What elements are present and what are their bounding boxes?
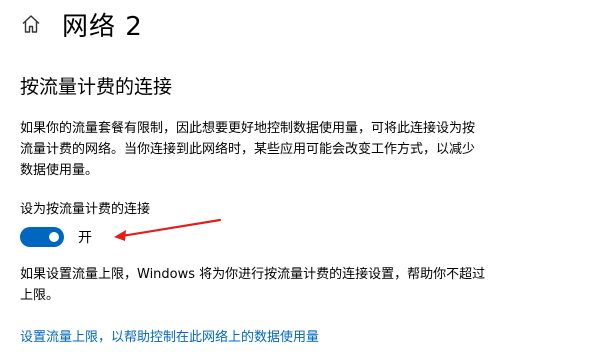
annotation-arrow-icon — [114, 218, 222, 241]
data-limit-note: 如果设置流量上限，Windows 将为你进行按流量计费的连接设置，帮助你不超过上… — [20, 267, 486, 303]
page-header: 网络 2 — [20, 4, 143, 44]
metered-toggle-row: 开 — [20, 227, 92, 247]
page-title: 网络 2 — [62, 11, 143, 42]
toggle-state-text: 开 — [78, 230, 92, 246]
metered-connection-toggle[interactable] — [20, 227, 64, 247]
settings-page: 网络 2 按流量计费的连接 如果你的流量套餐有限制，因此想要更好地控制数据使用量… — [0, 0, 600, 358]
toggle-knob — [49, 232, 59, 242]
metered-section-title: 按流量计费的连接 — [20, 76, 173, 98]
set-data-limit-link[interactable]: 设置流量上限，以帮助控制在此网络上的数据使用量 — [20, 326, 319, 345]
metered-description: 如果你的流量套餐有限制，因此想要更好地控制数据使用量，可将此连接设为按流量计费的… — [20, 121, 476, 178]
home-icon[interactable] — [20, 13, 42, 35]
